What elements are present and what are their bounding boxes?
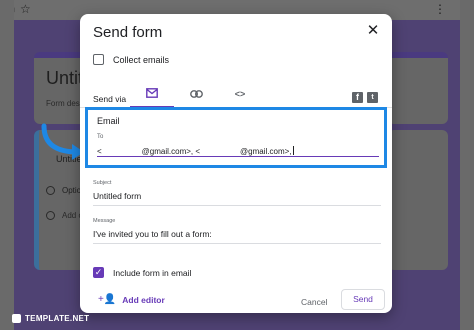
add-editor-button[interactable]: +👤 Add editor bbox=[98, 294, 165, 306]
more-icon[interactable]: ⋮ bbox=[434, 2, 446, 16]
link-icon bbox=[189, 90, 203, 98]
email-section: Email To < @gmail.com>, < @gmail.com>, bbox=[85, 107, 387, 168]
radio-option-2 bbox=[46, 211, 55, 220]
star-icon[interactable]: ☆ bbox=[20, 2, 31, 16]
dialog-title: Send form bbox=[93, 24, 163, 41]
to-input-value: < @gmail.com>, < @gmail.com>, bbox=[97, 147, 292, 156]
email-section-title: Email bbox=[97, 116, 120, 126]
message-field[interactable]: Message I've invited you to fill out a f… bbox=[93, 218, 381, 244]
tab-link[interactable] bbox=[174, 80, 218, 108]
include-form-checkbox[interactable]: ✓ bbox=[93, 267, 104, 278]
subject-field[interactable]: Subject Untitled form bbox=[93, 180, 381, 206]
send-via-label: Send via bbox=[93, 94, 127, 104]
collect-emails-label: Collect emails bbox=[113, 54, 170, 65]
tab-email[interactable] bbox=[130, 80, 174, 108]
watermark: TEMPLATE.NET bbox=[12, 314, 89, 323]
right-edge bbox=[460, 0, 474, 330]
send-form-dialog: Send form ✕ Collect emails Send via <> f… bbox=[80, 14, 392, 313]
text-caret bbox=[292, 146, 294, 155]
radio-option-1 bbox=[46, 186, 55, 195]
collect-emails-checkbox[interactable] bbox=[93, 54, 104, 65]
send-via-tabs: Send via <> f t bbox=[80, 80, 392, 108]
message-label: Message bbox=[93, 218, 116, 224]
subject-input[interactable]: Untitled form bbox=[93, 191, 381, 206]
watermark-text: TEMPLATE.NET bbox=[25, 314, 90, 323]
embed-icon: <> bbox=[234, 89, 246, 99]
close-icon[interactable]: ✕ bbox=[364, 22, 382, 40]
message-input[interactable]: I've invited you to fill out a form: bbox=[93, 229, 381, 244]
twitter-icon[interactable]: t bbox=[367, 92, 378, 103]
add-person-icon: +👤 bbox=[98, 294, 117, 305]
form-description[interactable]: Form des bbox=[46, 99, 80, 108]
left-edge bbox=[0, 0, 14, 330]
include-form-row[interactable]: ✓ Include form in email bbox=[93, 267, 191, 278]
facebook-icon[interactable]: f bbox=[352, 92, 363, 103]
watermark-logo-icon bbox=[12, 314, 21, 323]
send-button[interactable]: Send bbox=[341, 289, 385, 310]
cancel-button[interactable]: Cancel bbox=[301, 297, 327, 307]
email-icon bbox=[146, 88, 158, 98]
collect-emails-row[interactable]: Collect emails bbox=[93, 54, 169, 65]
subject-label: Subject bbox=[93, 180, 112, 186]
to-input[interactable]: < @gmail.com>, < @gmail.com>, bbox=[97, 146, 294, 156]
side-card bbox=[388, 130, 448, 270]
to-input-underline bbox=[97, 156, 379, 157]
add-editor-label: Add editor bbox=[122, 295, 165, 305]
include-form-label: Include form in email bbox=[113, 267, 192, 278]
option-1-label[interactable]: Optio bbox=[62, 186, 81, 195]
form-title[interactable]: Untit bbox=[46, 68, 83, 89]
side-card bbox=[388, 52, 448, 124]
to-label: To bbox=[97, 134, 104, 140]
tab-embed[interactable]: <> bbox=[218, 80, 262, 108]
